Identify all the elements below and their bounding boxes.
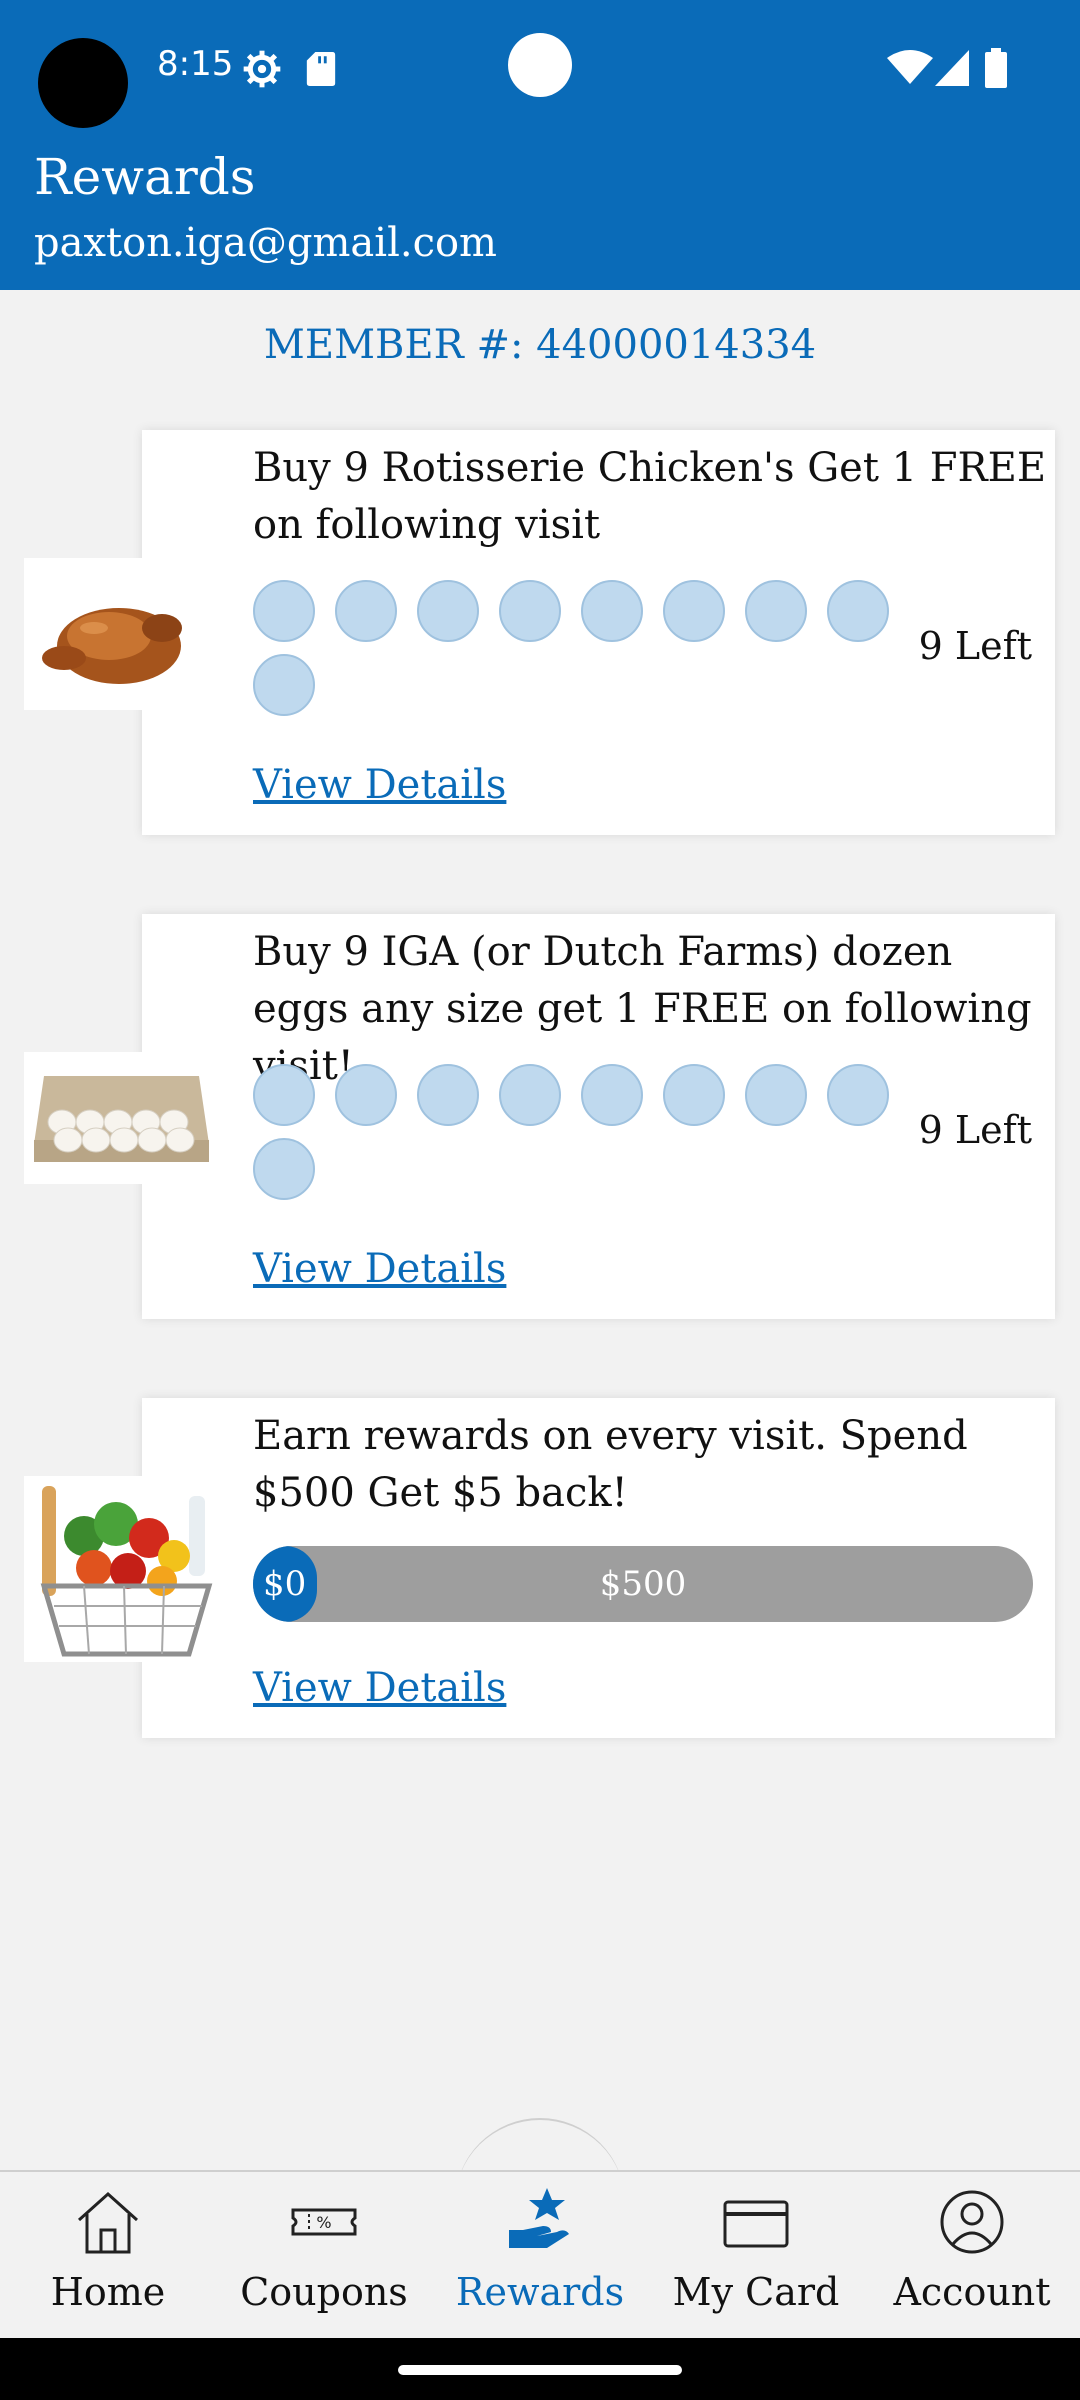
status-bar: 8:15 — [0, 0, 1080, 140]
nav-label: Rewards — [455, 2270, 625, 2314]
stamp-circle — [417, 1064, 479, 1126]
nav-label: Home — [50, 2270, 166, 2314]
stamp-circle — [253, 1138, 315, 1200]
view-details-link[interactable]: View Details — [253, 762, 506, 808]
status-time: 8:15 — [157, 44, 234, 84]
reward-title: Earn rewards on every visit. Spend $500 … — [253, 1413, 968, 1516]
stamp-circle — [253, 654, 315, 716]
stamp-circle — [581, 1064, 643, 1126]
stamps-remaining: 9 Left — [918, 1108, 1032, 1152]
camera-cutout — [38, 38, 128, 128]
account-icon — [940, 2190, 1004, 2254]
stamp-circle — [253, 580, 315, 642]
rewards-icon — [509, 2188, 569, 2248]
stamp-circle — [335, 1064, 397, 1126]
egg-carton-image — [24, 1052, 214, 1184]
stamp-circle — [499, 1064, 561, 1126]
nav-home[interactable]: Home — [0, 2172, 216, 2340]
stamp-circle — [663, 1064, 725, 1126]
nav-account[interactable]: Account — [864, 2172, 1080, 2340]
card-icon — [723, 2200, 789, 2248]
stamps-remaining: 9 Left — [918, 624, 1032, 668]
view-details-link[interactable]: View Details — [253, 1246, 506, 1292]
stamp-circle — [827, 580, 889, 642]
reward-title: Buy 9 Rotisserie Chicken's Get 1 FREE on… — [253, 445, 1047, 548]
member-number: MEMBER #: 44000014334 — [263, 322, 817, 368]
stamp-circle — [417, 580, 479, 642]
stamp-circle — [335, 580, 397, 642]
battery-icon — [985, 48, 1007, 88]
app-header: 8:15 Rewards paxton.iga@gmail.com — [0, 0, 1080, 290]
stamp-circle — [499, 580, 561, 642]
stamp-row — [253, 1064, 903, 1204]
signal-icon — [935, 50, 969, 86]
view-details-link[interactable]: View Details — [253, 1665, 506, 1711]
sd-card-icon — [306, 52, 336, 86]
nav-label: Coupons — [240, 2270, 408, 2314]
nav-rewards[interactable]: Rewards — [432, 2172, 648, 2340]
svg-text:%: % — [316, 2213, 331, 2232]
stamp-circle — [253, 1064, 315, 1126]
spend-progress-bar: $0 $500 — [253, 1546, 1033, 1622]
bottom-nav: Home % Coupons Rewards My Card Account — [0, 2170, 1080, 2340]
stamp-row — [253, 580, 903, 720]
grocery-basket-image — [24, 1476, 229, 1662]
stamp-circle — [663, 580, 725, 642]
rotisserie-chicken-image — [24, 558, 204, 710]
front-sensor — [508, 33, 572, 97]
gesture-bar — [0, 2338, 1080, 2400]
stamp-circle — [827, 1064, 889, 1126]
home-icon — [77, 2191, 139, 2254]
nav-label: My Card — [672, 2270, 840, 2314]
nav-label: Account — [893, 2270, 1051, 2314]
stamp-circle — [745, 1064, 807, 1126]
coupon-icon: % — [291, 2208, 357, 2236]
nav-coupons[interactable]: % Coupons — [216, 2172, 432, 2340]
page-title: Rewards — [34, 148, 256, 206]
stamp-circle — [581, 580, 643, 642]
stamp-circle — [745, 580, 807, 642]
home-gesture-handle[interactable] — [398, 2365, 682, 2375]
gear-icon — [243, 50, 281, 88]
wifi-icon — [887, 50, 933, 84]
nav-my-card[interactable]: My Card — [648, 2172, 864, 2340]
progress-goal-label: $500 — [599, 1564, 687, 1604]
user-email: paxton.iga@gmail.com — [34, 220, 497, 266]
